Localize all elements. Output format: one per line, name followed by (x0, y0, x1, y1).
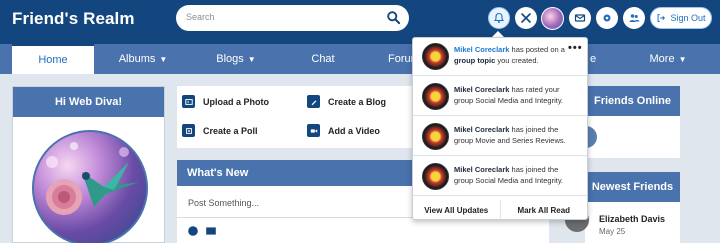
nav-home-label: Home (38, 54, 68, 66)
profile-card: Hi Web Diva! (12, 86, 165, 243)
notifications-bell-button[interactable] (488, 7, 510, 29)
create-poll-label: Create a Poll (203, 125, 258, 136)
newest-friends-title: Newest Friends (591, 181, 674, 193)
create-blog-action[interactable]: Create a Blog (307, 95, 386, 108)
poll-icon (182, 124, 195, 137)
friend-date: May 25 (599, 227, 626, 236)
friend-name[interactable]: Elizabeth Davis (599, 214, 665, 224)
nav-chat[interactable]: Chat (283, 44, 363, 74)
top-header-bar: Friend's Realm Search Sign Out (0, 0, 720, 44)
site-title[interactable]: Friend's Realm (12, 9, 135, 29)
notifier-avatar (422, 43, 449, 70)
nav-more[interactable]: More ▼ (628, 44, 708, 74)
settings-button[interactable] (596, 7, 618, 29)
profile-greeting: Hi Web Diva! (54, 96, 123, 108)
sign-out-label: Sign Out (670, 13, 706, 23)
video-icon (307, 124, 320, 137)
chevron-down-icon: ▼ (247, 54, 256, 64)
profile-picture[interactable] (32, 130, 148, 243)
friends-online-card: Friends Online (583, 86, 680, 158)
signout-icon (658, 14, 666, 22)
notification-item[interactable]: Mikel Coreclark has joined the group Soc… (413, 158, 587, 196)
user-avatar[interactable] (541, 7, 564, 30)
notification-text: Mikel Coreclark has joined the group Soc… (454, 164, 579, 186)
attach-photo-icon[interactable] (205, 225, 217, 237)
nav-partial-label: e (589, 53, 597, 65)
gear-icon (603, 14, 611, 22)
nav-chat-label: Chat (311, 53, 335, 65)
nav-albums[interactable]: Albums ▼ (103, 44, 183, 74)
bell-icon (493, 12, 505, 23)
search-icon[interactable] (386, 10, 401, 25)
search-input[interactable]: Search (186, 12, 215, 22)
notifier-name[interactable]: Mikel Coreclark (454, 45, 509, 54)
notification-message: has posted on a (509, 45, 565, 54)
notification-message-end: you created. (495, 56, 539, 65)
nav-albums-label: Albums (118, 53, 156, 65)
notification-item[interactable]: ••• Mikel Coreclark has posted on a grou… (413, 38, 587, 76)
newest-friends-header: Newest Friends (585, 172, 680, 202)
tools-icon (521, 13, 531, 23)
nav-more-label: More (649, 53, 675, 65)
pencil-icon (307, 95, 320, 108)
sign-out-button[interactable]: Sign Out (650, 7, 712, 29)
notification-item[interactable]: Mikel Coreclark has joined the group Mov… (413, 118, 587, 156)
nav-blogs-label: Blogs (216, 53, 244, 65)
messages-button[interactable] (569, 7, 591, 29)
notification-text: Mikel Coreclark has posted on a group to… (454, 44, 579, 66)
notifier-avatar (422, 123, 449, 150)
nav-blogs[interactable]: Blogs ▼ (196, 44, 276, 74)
notifier-name[interactable]: Mikel Coreclark (454, 85, 509, 94)
notifications-dropdown: ••• Mikel Coreclark has posted on a grou… (412, 37, 588, 220)
friends-icon (629, 14, 640, 22)
chevron-down-icon: ▼ (159, 54, 168, 64)
view-all-updates-button[interactable]: View All Updates (413, 200, 500, 220)
notification-link[interactable]: group topic (454, 56, 495, 65)
friends-button[interactable] (623, 7, 645, 29)
photo-icon (182, 95, 195, 108)
whats-new-title: What's New (187, 167, 249, 179)
upload-photo-label: Upload a Photo (203, 96, 269, 107)
notification-item[interactable]: Mikel Coreclark has rated your group Soc… (413, 78, 587, 116)
tag-friends-icon[interactable] (187, 225, 199, 237)
tools-button[interactable] (515, 7, 537, 29)
notifier-avatar (422, 163, 449, 190)
notification-text: Mikel Coreclark has joined the group Mov… (454, 124, 579, 146)
nav-forum[interactable]: Forum (372, 44, 420, 74)
dropdown-footer: View All Updates Mark All Read (413, 200, 587, 220)
notifier-avatar (422, 83, 449, 110)
nav-partial[interactable]: e (588, 44, 598, 74)
friends-online-title: Friends Online (593, 95, 671, 107)
add-video-action[interactable]: Add a Video (307, 124, 380, 137)
friends-online-header: Friends Online (585, 86, 680, 116)
create-poll-action[interactable]: Create a Poll (182, 124, 258, 137)
profile-card-header: Hi Web Diva! (13, 87, 164, 117)
mark-all-read-button[interactable]: Mark All Read (499, 200, 588, 220)
nav-home[interactable]: Home (12, 44, 94, 74)
notification-text: Mikel Coreclark has rated your group Soc… (454, 84, 579, 106)
mail-icon (574, 14, 586, 22)
notifier-name[interactable]: Mikel Coreclark (454, 125, 509, 134)
main-nav: Home Albums ▼ Blogs ▼ Chat Forum e More ▼ (0, 44, 720, 74)
hummingbird-rose-image (46, 142, 139, 215)
chevron-down-icon: ▼ (678, 54, 687, 64)
post-placeholder: Post Something... (188, 198, 260, 208)
upload-photo-action[interactable]: Upload a Photo (182, 95, 269, 108)
create-blog-label: Create a Blog (328, 96, 387, 107)
search-bar[interactable]: Search (176, 5, 409, 31)
newest-friends-card: Newest Friends Elizabeth Davis May 25 (565, 172, 680, 243)
add-video-label: Add a Video (328, 125, 380, 136)
notifier-name[interactable]: Mikel Coreclark (454, 165, 509, 174)
